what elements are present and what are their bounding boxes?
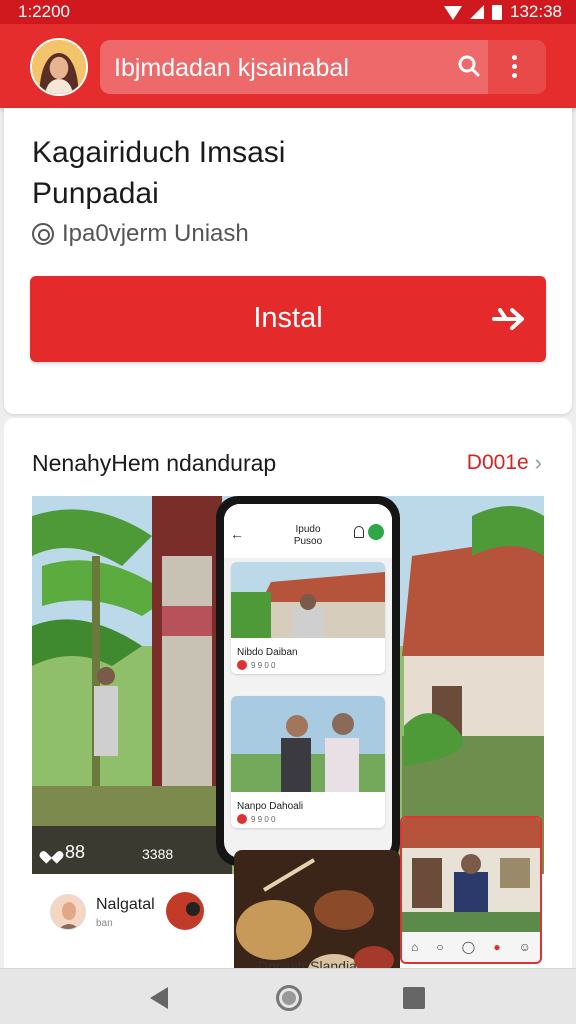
search-bar[interactable]: Ibjmdadan kjsainabal [100,40,546,94]
bird-icon [166,892,204,930]
phone-mockup: ← Ipudo Pusoo Nibdo Daiban 9 9 0 0 Nanpo… [216,496,400,866]
mini-app-preview[interactable]: ⌂ ○ ◯ ● ☺ [400,816,542,964]
post-1-meta: 9 9 0 0 [231,658,385,674]
mini-circle-icon: ◯ [461,940,476,954]
likes-value: 88 [65,842,86,862]
system-nav-bar [0,968,576,1024]
heart-icon [44,846,59,860]
more-options-button[interactable] [488,40,546,94]
phone-app-title: Ipudo Pusoo [224,524,392,548]
bell-icon [354,526,364,538]
app-title-line1: Kagairiduch Imsasi [32,136,286,169]
likes-count: 88 [44,842,85,863]
post-2-caption: Nanpo Dahoali [237,801,304,812]
home-icon[interactable] [276,985,302,1011]
install-button[interactable]: Instal [30,276,546,362]
phone-screen: ← Ipudo Pusoo Nibdo Daiban 9 9 0 0 Nanpo… [224,504,392,858]
wifi-icon [444,6,462,20]
phone-title-line2: Pusoo [293,536,323,547]
mini-profile-icon: ☺ [518,940,531,954]
post-1-caption: Nibdo Daiban [237,647,298,658]
status-time: 1:2200 [18,2,70,21]
views-count: 3388 [142,846,174,862]
recents-icon[interactable] [403,987,425,1009]
status-icons: 132:38 [444,2,562,22]
user-avatar [50,894,86,930]
profile-row[interactable]: Nalgatal ban [32,874,232,970]
post-2-meta: 9 9 0 0 [231,812,385,828]
phone-post-2: Nanpo Dahoali 9 9 0 0 [231,696,385,828]
at-icon [32,223,54,245]
app-bar: Ibjmdadan kjsainabal [0,24,576,108]
section-title: NenahyHem ndandurap [32,450,277,476]
search-query[interactable]: Ibjmdadan kjsainabal [114,54,349,83]
mini-home-icon: ⌂ [411,940,419,954]
see-more-label: D001e [466,451,529,474]
app-info-card: Kagairiduch Imsasi Punpadai Ipa0vjerm Un… [4,108,572,414]
install-label: Instal [253,302,323,334]
mini-app-nav: ⌂ ○ ◯ ● ☺ [402,932,540,962]
more-vert-icon [512,55,518,82]
app-title-line2: Punpadai [32,177,159,210]
developer-row[interactable]: Ipa0vjerm Uniash [32,220,249,248]
signal-icon [470,5,484,19]
status-bar: 1:2200 132:38 [0,0,576,24]
screenshots-section: NenahyHem ndandurap D001e › 88 3388 ← Ip… [4,418,572,978]
post-2-meta-text: 9 9 0 0 [251,814,276,824]
mini-app-image [402,818,540,932]
profile-avatar[interactable] [30,38,88,96]
developer-name: Ipa0vjerm Uniash [62,220,249,247]
search-icon[interactable] [452,44,486,88]
mini-search-icon: ○ [436,940,444,954]
phone-app-bar: ← Ipudo Pusoo [224,504,392,558]
arrow-right-icon [492,306,526,332]
phone-post-1: Nibdo Daiban 9 9 0 0 [231,562,385,674]
user-name: Nalgatal [96,896,155,913]
back-icon[interactable] [150,987,168,1009]
see-more-link[interactable]: D001e › [467,450,542,476]
user-subtitle: ban [96,918,113,929]
app-title: Kagairiduch Imsasi Punpadai [32,132,285,214]
post-1-meta-text: 9 9 0 0 [251,660,276,670]
post-image-people [231,696,385,792]
status-clock: 132:38 [510,2,562,21]
phone-title-line1: Ipudo [295,524,321,535]
battery-icon [492,4,502,20]
mini-pin-icon: ● [493,940,501,954]
chevron-right-icon: › [534,450,542,475]
status-dot-icon [368,524,384,540]
post-image-village [231,562,385,638]
